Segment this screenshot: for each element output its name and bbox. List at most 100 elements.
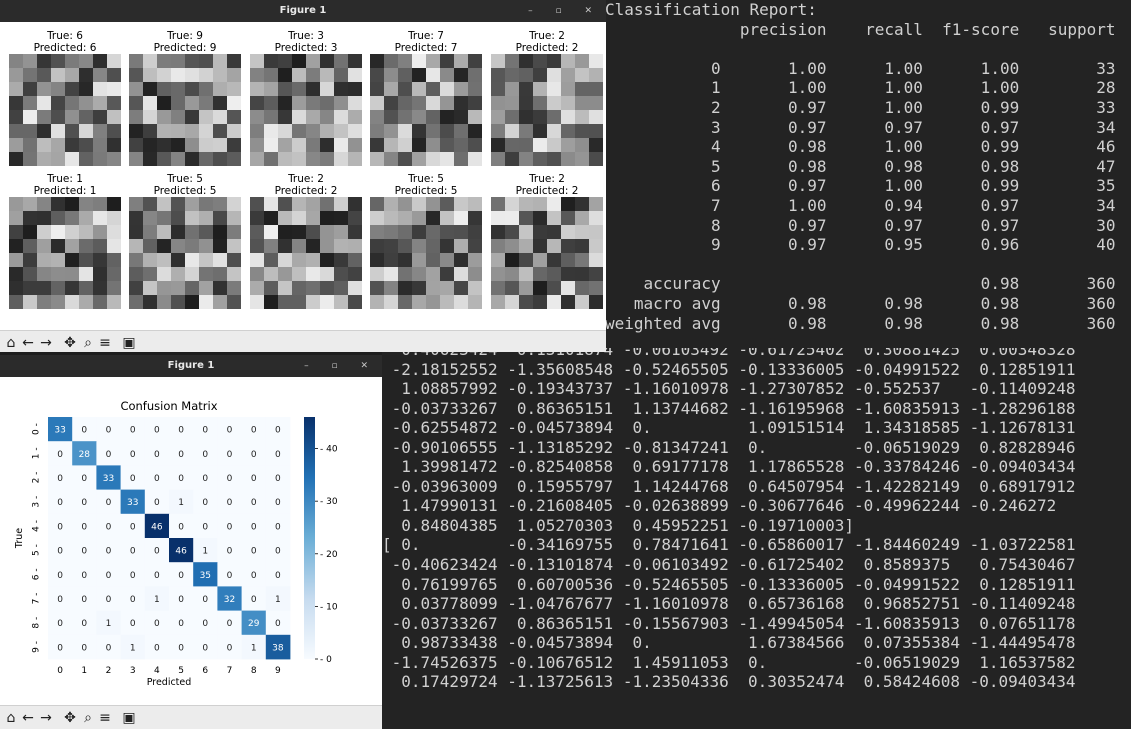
forward-icon[interactable]: → xyxy=(38,710,54,726)
cell-value-label: 0 xyxy=(81,426,87,436)
pixel xyxy=(129,152,143,166)
pixel xyxy=(334,54,348,68)
pixel xyxy=(561,197,575,211)
pixel xyxy=(468,211,482,225)
pixel xyxy=(348,239,362,253)
report-row: 9 0.97 0.95 0.96 40 xyxy=(605,235,1116,255)
pixel xyxy=(440,295,454,309)
pan-icon[interactable]: ✥ xyxy=(62,710,78,726)
pixel xyxy=(505,267,519,281)
cell-value-label: 0 xyxy=(227,643,233,653)
pixel xyxy=(250,295,264,309)
pixel xyxy=(505,82,519,96)
pixel xyxy=(398,54,412,68)
titlebar[interactable]: Figure 1 – ▫ ✕ xyxy=(0,0,606,22)
forward-icon[interactable]: → xyxy=(38,335,54,351)
pixel xyxy=(454,110,468,124)
save-icon[interactable]: ▣ xyxy=(121,710,137,726)
cell-value-label: 0 xyxy=(81,619,87,629)
pixel xyxy=(157,281,171,295)
pixel xyxy=(37,124,51,138)
pixel xyxy=(93,211,107,225)
y-tick-label: 8 - xyxy=(32,617,42,629)
pan-icon[interactable]: ✥ xyxy=(62,335,78,351)
pixel xyxy=(23,281,37,295)
pixel xyxy=(491,211,505,225)
pixel xyxy=(227,267,241,281)
array-line: -0.40623424 -0.13101874 -0.06103492 -0.6… xyxy=(382,555,1076,575)
pixel xyxy=(107,82,121,96)
pixel xyxy=(334,295,348,309)
pixel xyxy=(440,124,454,138)
save-icon[interactable]: ▣ xyxy=(121,335,137,351)
pixel xyxy=(370,124,384,138)
y-tick-label: 0 - xyxy=(32,423,42,435)
pixel xyxy=(292,68,306,82)
pixel xyxy=(213,110,227,124)
pixel xyxy=(93,82,107,96)
array-terminal[interactable]: -0.40623424 -0.13101874 -0.06103492 -0.6… xyxy=(382,348,1131,729)
titlebar[interactable]: Figure 1 – ▫ ✕ xyxy=(0,355,382,377)
pixel xyxy=(79,225,93,239)
configure-icon[interactable]: ≡ xyxy=(97,335,113,351)
cell-value-label: 0 xyxy=(81,643,87,653)
configure-icon[interactable]: ≡ xyxy=(97,710,113,726)
digit-panel-label: True: 2 Predicted: 2 xyxy=(477,173,606,197)
cell-value-label: 1 xyxy=(275,595,281,605)
window-controls[interactable]: – ▫ ✕ xyxy=(304,355,378,377)
home-icon[interactable]: ⌂ xyxy=(3,335,19,351)
pixel xyxy=(65,211,79,225)
pixel xyxy=(227,225,241,239)
true-label: True: 5 xyxy=(408,173,444,185)
pixel xyxy=(533,295,547,309)
pixel xyxy=(547,281,561,295)
pixel xyxy=(505,225,519,239)
cell-value-label: 0 xyxy=(275,450,281,460)
pixel xyxy=(412,267,426,281)
pixel xyxy=(320,68,334,82)
pixel xyxy=(37,281,51,295)
pixel xyxy=(171,110,185,124)
back-icon[interactable]: ← xyxy=(20,710,36,726)
pixel xyxy=(213,68,227,82)
digit-panel-label: True: 5 Predicted: 5 xyxy=(356,173,496,197)
pixel xyxy=(491,96,505,110)
pixel xyxy=(468,110,482,124)
window-controls[interactable]: – ▫ ✕ xyxy=(528,0,602,22)
zoom-icon[interactable]: ⌕ xyxy=(80,710,96,726)
pixel xyxy=(213,295,227,309)
pixel xyxy=(426,239,440,253)
array-line: 0.03778099 -1.04767677 -1.16010978 0.657… xyxy=(382,594,1076,614)
pixel xyxy=(561,68,575,82)
report-terminal[interactable]: Classification Report: precision recall … xyxy=(605,0,1131,352)
cell-value-label: 0 xyxy=(251,571,257,581)
report-row: 2 0.97 1.00 0.99 33 xyxy=(605,97,1116,117)
pixel xyxy=(93,267,107,281)
pixel xyxy=(185,253,199,267)
y-tick-label: 4 - xyxy=(32,520,42,532)
pixel xyxy=(37,110,51,124)
pixel xyxy=(398,239,412,253)
pixel xyxy=(348,54,362,68)
pixel xyxy=(575,225,589,239)
pixel xyxy=(185,152,199,166)
pixel xyxy=(575,54,589,68)
pixel xyxy=(320,96,334,110)
pixel xyxy=(51,124,65,138)
pixel xyxy=(440,225,454,239)
pixel xyxy=(227,96,241,110)
pixel xyxy=(348,295,362,309)
back-icon[interactable]: ← xyxy=(20,335,36,351)
pixel xyxy=(278,96,292,110)
pixel xyxy=(107,281,121,295)
report-row: 8 0.97 0.97 0.97 30 xyxy=(605,215,1116,235)
pixel xyxy=(398,197,412,211)
confusion-matrix-chart: Confusion Matrix33 0 0 0 0 0 0 0 0 00 28 0 0 0 0 0 0 0 00 0… xyxy=(14,399,338,688)
pixel xyxy=(292,239,306,253)
home-icon[interactable]: ⌂ xyxy=(3,710,19,726)
pixel xyxy=(519,68,533,82)
pixel xyxy=(107,138,121,152)
array-line: -0.03733267 0.86365151 -0.15567903 -1.49… xyxy=(382,613,1076,633)
pixel xyxy=(519,225,533,239)
zoom-icon[interactable]: ⌕ xyxy=(80,335,96,351)
